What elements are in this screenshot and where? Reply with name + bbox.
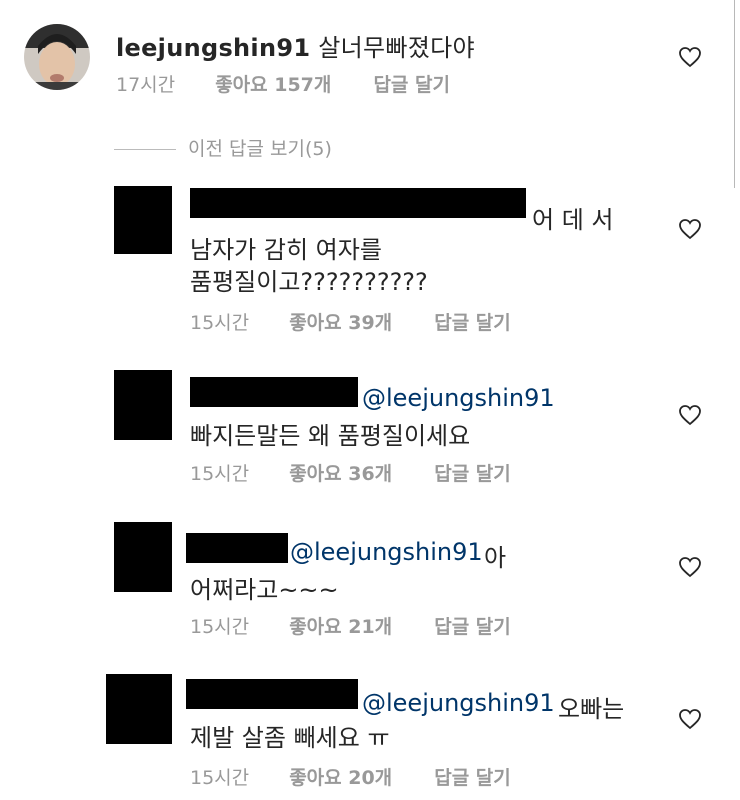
reply-text-line: 어 데 서 xyxy=(532,206,614,234)
reply-likes-count[interactable]: 좋아요 36개 xyxy=(289,459,392,486)
reply-mention-link[interactable]: @leejungshin91 xyxy=(362,689,555,717)
reply-text-line: 품평질이고?????????? xyxy=(190,268,428,296)
heart-outline-icon[interactable] xyxy=(678,46,702,68)
redacted-username xyxy=(186,533,288,563)
redacted-username xyxy=(186,679,358,709)
reply-reply-button[interactable]: 답글 달기 xyxy=(434,308,511,335)
heart-outline-icon[interactable] xyxy=(678,708,702,730)
reply-reply-button[interactable]: 답글 달기 xyxy=(434,459,511,486)
reply-meta: 15시간 좋아요 39개 답글 달기 xyxy=(190,308,511,335)
redacted-username xyxy=(190,377,358,407)
redacted-avatar xyxy=(114,522,172,592)
reply-text-line: 제발 살좀 빼세요 ㅠ xyxy=(190,724,390,752)
post-caption-text: 살너무빠졌다야 xyxy=(318,34,475,62)
reply-text-line: 빠지든말든 왜 품평질이세요 xyxy=(190,422,471,450)
post-reply-button[interactable]: 답글 달기 xyxy=(373,70,450,97)
reply-mention-link[interactable]: @leejungshin91 xyxy=(362,384,555,412)
heart-outline-icon[interactable] xyxy=(678,218,702,240)
post-likes-count[interactable]: 좋아요 157개 xyxy=(215,70,331,97)
reply-time: 15시간 xyxy=(190,616,250,638)
reply-text-line: 남자가 감히 여자를 xyxy=(190,236,382,264)
heart-outline-icon[interactable] xyxy=(678,404,702,426)
redacted-avatar xyxy=(106,674,172,744)
reply-text-line: 어쩌라고~~~ xyxy=(190,576,339,604)
redacted-username xyxy=(190,188,526,218)
redacted-avatar xyxy=(114,370,172,440)
post-caption: leejungshin91 살너무빠졌다야 xyxy=(116,28,475,63)
view-previous-replies[interactable]: 이전 답글 보기(5) xyxy=(114,134,332,161)
reply-text-line: 아 xyxy=(484,544,507,572)
post-author-avatar[interactable] xyxy=(24,24,90,90)
reply-time: 15시간 xyxy=(190,767,250,789)
reply-time: 15시간 xyxy=(190,312,250,334)
reply-likes-count[interactable]: 좋아요 21개 xyxy=(289,612,392,639)
reply-meta: 15시간 좋아요 21개 답글 달기 xyxy=(190,612,511,639)
heart-outline-icon[interactable] xyxy=(678,556,702,578)
redacted-avatar xyxy=(114,186,172,254)
reply-likes-count[interactable]: 좋아요 20개 xyxy=(289,763,392,790)
scroll-edge-divider xyxy=(734,0,735,188)
reply-text-line: 오빠는 xyxy=(558,695,625,723)
reply-likes-count[interactable]: 좋아요 39개 xyxy=(289,308,392,335)
view-previous-label: 이전 답글 보기(5) xyxy=(188,138,332,160)
reply-meta: 15시간 좋아요 20개 답글 달기 xyxy=(190,763,511,790)
reply-time: 15시간 xyxy=(190,463,250,485)
post-meta: 17시간 좋아요 157개 답글 달기 xyxy=(116,70,450,97)
post-author-username[interactable]: leejungshin91 xyxy=(116,34,310,62)
reply-mention-link[interactable]: @leejungshin91 xyxy=(290,538,483,566)
reply-reply-button[interactable]: 답글 달기 xyxy=(434,763,511,790)
reply-meta: 15시간 좋아요 36개 답글 달기 xyxy=(190,459,511,486)
post-time: 17시간 xyxy=(116,74,176,96)
reply-reply-button[interactable]: 답글 달기 xyxy=(434,612,511,639)
divider-dash xyxy=(114,149,176,150)
